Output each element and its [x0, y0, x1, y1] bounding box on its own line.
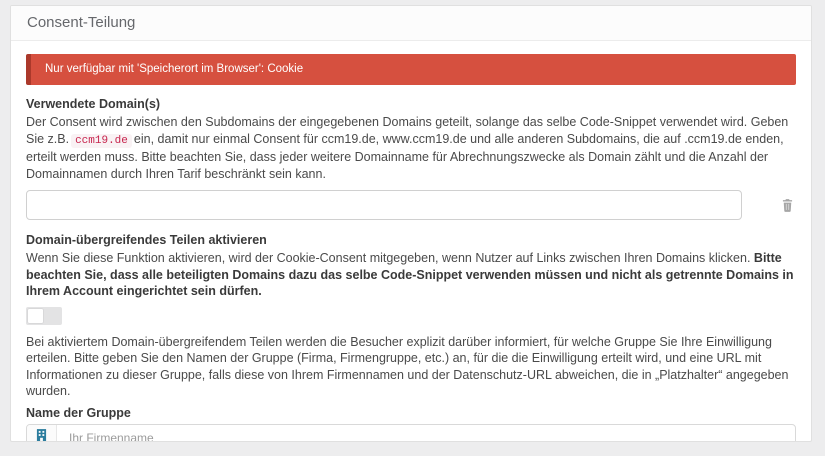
building-icon	[36, 429, 47, 442]
used-domains-label: Verwendete Domain(s)	[26, 97, 796, 111]
cross-domain-toggle[interactable]	[26, 307, 62, 325]
domain-input[interactable]	[26, 190, 742, 220]
page-title: Consent-Teilung	[27, 14, 135, 31]
warning-alert-text: Nur verfügbar mit 'Speicherort im Browse…	[45, 63, 303, 75]
consent-sharing-card: Consent-Teilung Nur verfügbar mit 'Speic…	[10, 5, 812, 442]
cross-domain-description-regular: Wenn Sie diese Funktion aktivieren, wird…	[26, 251, 750, 265]
card-header: Consent-Teilung	[11, 6, 811, 41]
used-domains-description-part2: ein, damit nur einmal Consent für ccm19.…	[26, 132, 784, 181]
domain-input-row	[26, 190, 796, 220]
group-name-label: Name der Gruppe	[26, 406, 796, 420]
warning-alert: Nur verfügbar mit 'Speicherort im Browse…	[26, 54, 796, 85]
group-name-input[interactable]	[57, 425, 795, 443]
used-domains-description: Der Consent wird zwischen den Subdomains…	[26, 114, 796, 182]
toggle-knob	[28, 309, 43, 323]
trash-icon	[782, 200, 793, 215]
delete-domain-button[interactable]	[780, 197, 795, 214]
group-info-description: Bei aktiviertem Domain-übergreifendem Te…	[26, 334, 796, 400]
group-name-input-group	[26, 424, 796, 443]
group-name-addon	[27, 425, 57, 443]
code-snippet-chip: ccm19.de	[71, 134, 132, 148]
page-background: Consent-Teilung Nur verfügbar mit 'Speic…	[0, 0, 825, 456]
cross-domain-sharing-label: Domain-übergreifendes Teilen aktivieren	[26, 233, 796, 247]
card-body: Nur verfügbar mit 'Speicherort im Browse…	[11, 41, 811, 442]
cross-domain-sharing-description: Wenn Sie diese Funktion aktivieren, wird…	[26, 250, 796, 300]
